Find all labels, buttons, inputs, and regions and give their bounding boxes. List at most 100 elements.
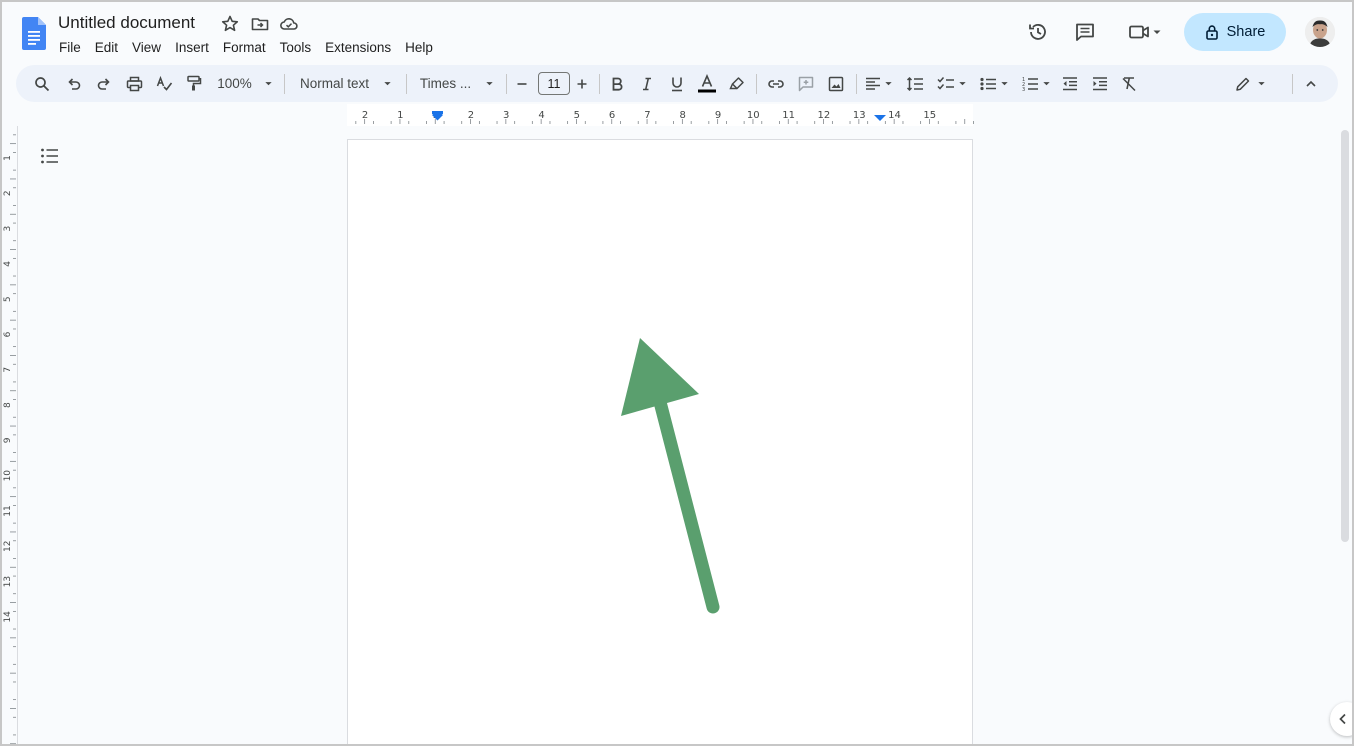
- chevron-up-icon: [1306, 80, 1316, 87]
- chevron-down-icon: [959, 82, 966, 86]
- menu-file[interactable]: File: [52, 38, 88, 57]
- highlight-color-button[interactable]: [725, 65, 749, 102]
- ruler-label: 14: [888, 110, 901, 121]
- paint-format-button[interactable]: [182, 65, 206, 102]
- italic-button[interactable]: [635, 65, 659, 102]
- chevron-down-icon: [1000, 82, 1008, 86]
- add-comment-button[interactable]: [794, 65, 818, 102]
- font-select[interactable]: Times ...: [416, 65, 498, 102]
- menu-tools[interactable]: Tools: [273, 38, 319, 57]
- ruler-label: 3: [503, 110, 509, 121]
- menu-extensions[interactable]: Extensions: [318, 38, 398, 57]
- ruler-label: 7: [644, 110, 650, 121]
- clear-formatting-button[interactable]: [1117, 65, 1141, 102]
- font-size-input[interactable]: 11: [538, 72, 570, 95]
- share-label: Share: [1226, 24, 1266, 40]
- undo-icon: [68, 77, 81, 90]
- increase-font-size-button[interactable]: [572, 65, 592, 102]
- share-button[interactable]: Share: [1184, 13, 1286, 51]
- horizontal-ruler[interactable]: 21123456789101112131415: [2, 104, 1352, 126]
- ruler-label: 7: [3, 367, 13, 373]
- toolbar: 100% Normal text Times ... 11 1 2 3: [16, 65, 1338, 102]
- chevron-down-icon: [1153, 30, 1161, 34]
- chevron-down-icon: [1257, 82, 1265, 86]
- vertical-ruler-scale: 1234567891011121314: [3, 126, 18, 744]
- toolbar-divider: [599, 74, 600, 94]
- chevron-down-icon: [885, 82, 892, 86]
- cloud-saved-icon[interactable]: [279, 14, 299, 34]
- ruler-label: 13: [3, 576, 13, 587]
- ruler-label: 8: [680, 110, 686, 121]
- numbered-list-button[interactable]: 1 2 3: [1018, 65, 1054, 102]
- line-spacing-icon: [906, 76, 923, 91]
- ruler-label: 5: [3, 296, 13, 302]
- scrollbar-thumb[interactable]: [1341, 130, 1349, 542]
- comments-button[interactable]: [1072, 19, 1098, 45]
- document-title[interactable]: Untitled document: [58, 13, 195, 33]
- menu-edit[interactable]: Edit: [88, 38, 125, 57]
- zoom-select[interactable]: 100%: [212, 65, 278, 102]
- checklist-button[interactable]: [934, 65, 970, 102]
- ruler-label: 1: [3, 155, 13, 161]
- version-history-button[interactable]: [1025, 19, 1051, 45]
- chevron-down-icon: [384, 82, 391, 86]
- align-button[interactable]: [862, 65, 896, 102]
- ruler-label: 11: [782, 110, 795, 121]
- increase-indent-icon: [1093, 76, 1107, 90]
- bold-button[interactable]: [605, 65, 629, 102]
- meet-button[interactable]: [1124, 19, 1166, 45]
- link-icon: [768, 79, 784, 88]
- menu-help[interactable]: Help: [398, 38, 440, 57]
- redo-button[interactable]: [92, 65, 116, 102]
- line-spacing-button[interactable]: [902, 65, 928, 102]
- ruler-label: 11: [3, 505, 13, 516]
- vertical-ruler[interactable]: 1 2 3 4 5 6 7 8 9 10 11 12 13 14: [2, 126, 18, 744]
- chevron-down-icon: [265, 82, 272, 86]
- ruler-label: 4: [3, 261, 13, 267]
- decrease-font-size-button[interactable]: [512, 65, 532, 102]
- ruler-label: 4: [538, 110, 544, 121]
- menu-insert[interactable]: Insert: [168, 38, 216, 57]
- menu-view[interactable]: View: [125, 38, 168, 57]
- hide-menus-button[interactable]: [1299, 65, 1323, 102]
- numbered-list-icon: 1 2 3: [1022, 77, 1038, 91]
- show-side-panel-button[interactable]: [1330, 702, 1352, 736]
- search-menus-button[interactable]: [30, 65, 54, 102]
- search-icon: [35, 76, 50, 91]
- styles-select[interactable]: Normal text: [294, 65, 398, 102]
- document-outline-icon[interactable]: [39, 146, 61, 166]
- bold-icon: [612, 77, 623, 91]
- toolbar-divider: [856, 74, 857, 94]
- font-value: Times ...: [419, 76, 472, 91]
- move-to-folder-icon[interactable]: [250, 14, 270, 34]
- increase-indent-button[interactable]: [1088, 65, 1112, 102]
- toolbar-divider: [506, 74, 507, 94]
- toolbar-divider: [756, 74, 757, 94]
- image-icon: [828, 76, 844, 91]
- insert-link-button[interactable]: [764, 65, 788, 102]
- zoom-value: 100%: [217, 76, 252, 91]
- text-color-button[interactable]: [695, 65, 719, 102]
- ruler-label: 10: [747, 110, 760, 121]
- ruler-label: 8: [3, 402, 13, 408]
- underline-button[interactable]: [665, 65, 689, 102]
- docs-logo-icon[interactable]: [22, 17, 46, 50]
- undo-button[interactable]: [62, 65, 86, 102]
- italic-icon: [643, 77, 651, 90]
- star-icon[interactable]: [220, 14, 240, 34]
- menu-format[interactable]: Format: [216, 38, 273, 57]
- decrease-indent-button[interactable]: [1058, 65, 1082, 102]
- spelling-check-button[interactable]: [152, 65, 176, 102]
- annotation-arrow-icon: [621, 338, 720, 614]
- print-button[interactable]: [122, 65, 146, 102]
- editing-mode-button[interactable]: [1230, 65, 1270, 102]
- bullet-list-icon: [979, 77, 996, 90]
- ruler-label: 1: [397, 110, 403, 121]
- insert-image-button[interactable]: [824, 65, 848, 102]
- account-avatar[interactable]: [1305, 17, 1335, 47]
- ruler-label: 6: [3, 331, 13, 337]
- app-window: Untitled document File Edit View Insert …: [0, 0, 1354, 746]
- underline-icon: [672, 77, 682, 91]
- bulleted-list-button[interactable]: [976, 65, 1012, 102]
- ruler-label: 12: [3, 541, 13, 552]
